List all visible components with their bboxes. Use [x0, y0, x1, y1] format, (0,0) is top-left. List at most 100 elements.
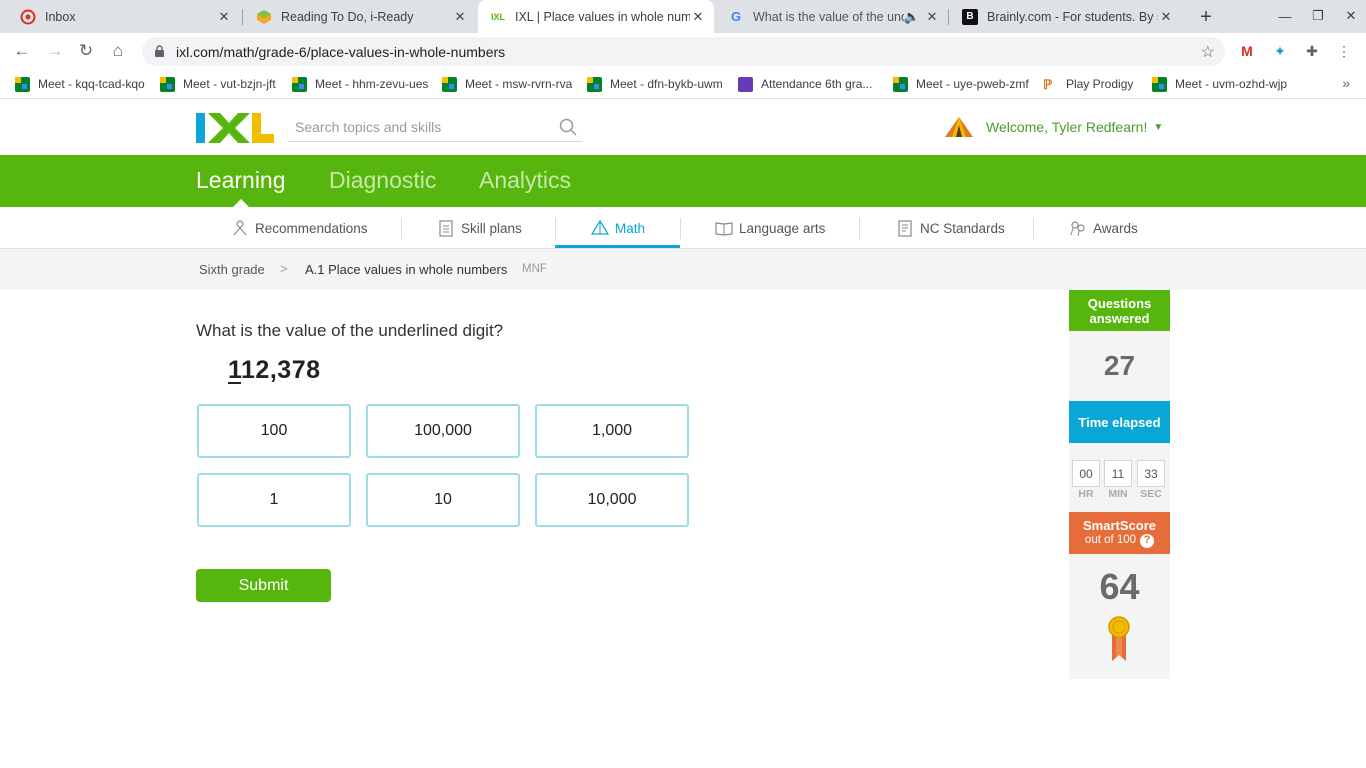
bookmark-star-icon[interactable]: ☆: [1201, 42, 1215, 62]
standards-icon: [896, 219, 914, 237]
question-prompt: What is the value of the underlined digi…: [196, 321, 504, 340]
question-number: 112,378: [228, 356, 321, 385]
menu-dots-icon[interactable]: ⋮: [1334, 41, 1354, 61]
tab-separator: [242, 9, 243, 25]
browser-toolbar: ← → ↻ ⌂ ixl.com/math/grade-6/place-value…: [0, 33, 1366, 69]
back-button[interactable]: ←: [10, 39, 34, 63]
bookmark-item[interactable]: Meet - dfn-bykb-uwm: [587, 75, 723, 93]
pyramid-icon: [590, 219, 610, 237]
iready-icon: [256, 9, 272, 25]
speaker-icon[interactable]: 🔈: [904, 9, 920, 25]
extension-icon[interactable]: ✦: [1270, 41, 1290, 61]
awards-icon: [1069, 219, 1087, 237]
tab-brainly[interactable]: B Brainly.com - For students. By st ✕: [950, 0, 1182, 33]
gmail-extension-icon[interactable]: M: [1237, 41, 1257, 61]
subnav-divider: [1033, 218, 1034, 239]
home-button[interactable]: ⌂: [106, 39, 130, 63]
restore-button[interactable]: ❐: [1305, 4, 1331, 28]
close-icon[interactable]: ✕: [1158, 9, 1174, 25]
subnav-nc-standards[interactable]: NC Standards: [896, 207, 1005, 249]
subnav-language-arts[interactable]: Language arts: [715, 207, 825, 249]
ixl-header: Welcome, Tyler Redfearn! ▼: [0, 99, 1366, 155]
smartscore-header: SmartScore out of 100?: [1069, 512, 1170, 554]
skill-code: MNF: [522, 263, 547, 275]
help-icon[interactable]: ?: [1140, 533, 1155, 548]
gmail-icon: [20, 9, 36, 25]
answer-choice[interactable]: 10: [366, 473, 520, 527]
breadcrumb-grade[interactable]: Sixth grade: [199, 262, 265, 277]
nav-learning[interactable]: Learning: [196, 167, 286, 194]
nav-diagnostic[interactable]: Diagnostic: [329, 167, 436, 194]
subnav-divider: [680, 218, 681, 239]
chevron-right-icon[interactable]: »: [1342, 75, 1350, 91]
minimize-button[interactable]: —: [1272, 4, 1298, 28]
questions-answered-header: Questions answered: [1069, 290, 1170, 331]
forward-button[interactable]: →: [43, 39, 67, 63]
subnav-divider: [401, 218, 402, 239]
submit-button[interactable]: Submit: [196, 569, 331, 602]
browser-tab-strip: Inbox ✕ Reading To Do, i-Ready ✕ IXL IXL…: [0, 0, 1366, 33]
close-icon[interactable]: ✕: [216, 9, 232, 25]
tab-google-search[interactable]: G What is the value of the und 🔈 ✕: [716, 0, 948, 33]
time-minutes-label: MIN: [1108, 488, 1128, 500]
time-hours-label: HR: [1078, 488, 1094, 500]
bookmark-item[interactable]: Meet - uye-pweb-zmf: [893, 75, 1029, 93]
close-window-button[interactable]: ✕: [1338, 4, 1364, 28]
search-box: [288, 114, 582, 142]
bookmark-item[interactable]: Meet - kqq-tcad-kqo: [15, 75, 145, 93]
tab-iready[interactable]: Reading To Do, i-Ready ✕: [244, 0, 476, 33]
subnav-divider: [555, 218, 556, 239]
new-tab-button[interactable]: +: [1194, 5, 1218, 29]
time-hours: 00: [1072, 460, 1100, 487]
close-icon[interactable]: ✕: [452, 9, 468, 25]
search-icon[interactable]: [558, 117, 578, 137]
answer-choice[interactable]: 1,000: [535, 404, 689, 458]
questions-answered-count: 27: [1103, 350, 1136, 381]
answer-choice[interactable]: 10,000: [535, 473, 689, 527]
ixl-icon: IXL: [490, 11, 505, 22]
bookmark-item[interactable]: Meet - uvm-ozhd-wjp: [1152, 75, 1287, 93]
subnav-recommendations[interactable]: Recommendations: [231, 207, 368, 249]
meet-icon: [587, 76, 602, 92]
breadcrumb: Sixth grade > A.1 Place values in whole …: [0, 249, 1366, 290]
ixl-logo[interactable]: [196, 113, 274, 143]
user-menu[interactable]: Welcome, Tyler Redfearn! ▼: [944, 115, 1163, 139]
subnav-math[interactable]: Math: [590, 207, 645, 249]
nav-analytics[interactable]: Analytics: [479, 167, 571, 194]
answer-choice[interactable]: 1: [197, 473, 351, 527]
reload-button[interactable]: ↻: [74, 39, 98, 63]
meet-icon: [893, 76, 908, 92]
answer-choice[interactable]: 100,000: [366, 404, 520, 458]
url-text[interactable]: ixl.com/math/grade-6/place-values-in-who…: [176, 44, 1201, 60]
bookmark-item[interactable]: Meet - hhm-zevu-ues: [292, 75, 428, 93]
recommendations-icon: [231, 219, 249, 237]
answer-choice[interactable]: 100: [197, 404, 351, 458]
book-icon: [715, 219, 733, 237]
tab-ixl[interactable]: IXL IXL | Place values in whole num ✕: [478, 0, 714, 33]
search-input[interactable]: [288, 114, 548, 140]
chevron-right-icon: >: [280, 261, 288, 276]
smartscore-label: SmartScore: [1083, 518, 1156, 533]
puzzle-icon[interactable]: ✚: [1302, 41, 1322, 61]
subnav-skill-plans[interactable]: Skill plans: [437, 207, 522, 249]
sub-nav: Recommendations Skill plans Math Languag…: [0, 207, 1366, 249]
close-icon[interactable]: ✕: [690, 9, 706, 25]
bookmark-item[interactable]: Meet - msw-rvrn-rva: [442, 75, 572, 93]
meet-icon: [442, 76, 457, 92]
meet-icon: [292, 76, 307, 92]
forms-icon: [738, 76, 753, 92]
bookmark-item[interactable]: Attendance 6th gra...: [738, 75, 872, 93]
bookmark-item[interactable]: Meet - vut-bzjn-jft: [160, 75, 276, 93]
time-seconds: 33: [1137, 460, 1165, 487]
bookmark-item[interactable]: ℙ Play Prodigy: [1043, 75, 1133, 93]
underlined-digit: 1: [228, 356, 242, 384]
close-icon[interactable]: ✕: [924, 9, 940, 25]
subnav-awards[interactable]: Awards: [1069, 207, 1138, 249]
tab-inbox[interactable]: Inbox ✕: [8, 0, 240, 33]
address-bar[interactable]: ixl.com/math/grade-6/place-values-in-who…: [142, 37, 1225, 66]
breadcrumb-skill: A.1 Place values in whole numbers: [305, 262, 508, 277]
bookmarks-bar: Meet - kqq-tcad-kqo Meet - vut-bzjn-jft …: [0, 69, 1366, 99]
meet-icon: [1152, 76, 1167, 92]
smartscore-value: 64: [1099, 566, 1140, 607]
prodigy-icon: ℙ: [1043, 76, 1053, 92]
